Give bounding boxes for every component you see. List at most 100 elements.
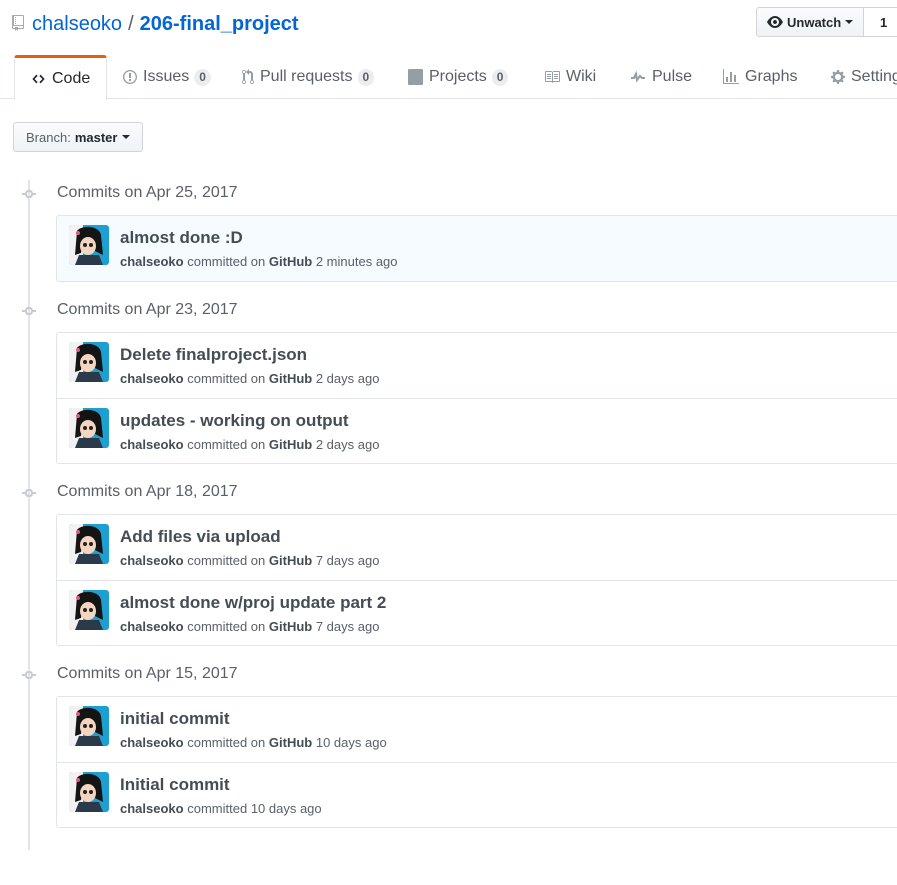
commit-author[interactable]: chalseoko: [120, 735, 184, 750]
commit-message[interactable]: Initial commit: [120, 775, 230, 795]
tab-code-label: Code: [52, 69, 91, 87]
commit-meta: chalseoko committed on GitHub 2 days ago: [120, 371, 379, 386]
commit-message[interactable]: Delete finalproject.json: [120, 345, 307, 365]
commit-author[interactable]: chalseoko: [120, 801, 184, 816]
commit-node-icon: [22, 187, 36, 205]
commit-item: Delete finalproject.json chalseoko commi…: [57, 333, 897, 398]
tab-pulse-label: Pulse: [652, 68, 693, 85]
tab-graphs-label: Graphs: [745, 68, 798, 85]
dropdown-caret-icon: [122, 135, 131, 139]
commit-meta: chalseoko committed 10 days ago: [120, 801, 322, 816]
commit-time: 2 days ago: [315, 371, 380, 386]
watch-group: Unwatch 1: [756, 7, 897, 37]
repo-name-link[interactable]: 206-final_project: [140, 13, 299, 36]
commit-verb: committed: [187, 801, 248, 816]
commit-time: 2 minutes ago: [315, 254, 398, 269]
tab-settings-label: Settings: [851, 68, 897, 85]
unwatch-label: Unwatch: [787, 14, 842, 30]
tab-wiki-label: Wiki: [566, 68, 597, 85]
commit-author[interactable]: chalseoko: [120, 619, 184, 634]
commit-node-icon: [22, 486, 36, 504]
tab-settings[interactable]: Settings: [831, 55, 897, 99]
commit-list: almost done :D chalseoko committed on Gi…: [56, 215, 897, 282]
tab-wiki[interactable]: Wiki: [544, 55, 596, 99]
repo-nav-tabs: Code Issues 0 Pull requests 0 Projects 0…: [0, 55, 897, 100]
tab-pulse[interactable]: Pulse: [630, 55, 692, 99]
graph-icon: [723, 69, 739, 85]
commit-meta: chalseoko committed on GitHub 2 days ago: [120, 437, 379, 452]
tab-pull-requests[interactable]: Pull requests 0: [242, 55, 375, 99]
timeline-line: [28, 180, 30, 850]
path-separator: /: [128, 12, 134, 35]
repo-owner-link[interactable]: chalseoko: [32, 13, 122, 36]
book-icon: [544, 69, 560, 85]
projects-count: 0: [491, 68, 509, 86]
commit-list: initial commit chalseoko committed on Gi…: [56, 696, 897, 828]
commit-author[interactable]: chalseoko: [120, 437, 184, 452]
commit-message[interactable]: updates - working on output: [120, 411, 349, 431]
repo-icon: [12, 15, 26, 33]
tab-graphs[interactable]: Graphs: [723, 55, 797, 99]
pull-request-icon: [242, 69, 254, 85]
unwatch-button[interactable]: Unwatch: [756, 7, 865, 37]
commit-verb: committed on: [187, 619, 266, 634]
repo-header: chalseoko / 206-final_project: [12, 8, 299, 40]
commit-platform: GitHub: [268, 437, 313, 452]
commit-author[interactable]: chalseoko: [120, 254, 184, 269]
commit-item: Add files via upload chalseoko committed…: [57, 515, 897, 580]
commit-item: updates - working on output chalseoko co…: [57, 398, 897, 463]
commit-list: Add files via upload chalseoko committed…: [56, 514, 897, 646]
code-icon: [31, 72, 46, 86]
commit-meta: chalseoko committed on GitHub 7 days ago: [120, 619, 379, 634]
tab-pull-requests-label: Pull requests: [260, 68, 353, 85]
commit-author[interactable]: chalseoko: [120, 553, 184, 568]
commit-meta: chalseoko committed on GitHub 2 minutes …: [120, 254, 398, 269]
commit-group-date: Commits on Apr 15, 2017: [57, 665, 238, 682]
tab-issues-label: Issues: [143, 68, 190, 85]
commit-message[interactable]: almost done :D: [120, 228, 243, 248]
commit-meta: chalseoko committed on GitHub 7 days ago: [120, 553, 379, 568]
commit-platform: GitHub: [268, 553, 313, 568]
commit-verb: committed on: [187, 437, 266, 452]
avatar[interactable]: [69, 772, 109, 812]
issues-count: 0: [194, 68, 211, 86]
tab-projects[interactable]: Projects 0: [408, 55, 509, 99]
commit-node-icon: [22, 668, 36, 686]
avatar[interactable]: [69, 590, 109, 630]
commit-item: almost done w/proj update part 2 chalseo…: [57, 580, 897, 645]
commit-group-date: Commits on Apr 25, 2017: [57, 184, 238, 201]
dropdown-caret-icon: [845, 20, 854, 24]
avatar[interactable]: [69, 408, 109, 448]
tab-projects-label: Projects: [429, 68, 487, 85]
commit-message[interactable]: almost done w/proj update part 2: [120, 593, 386, 613]
issue-icon: [123, 69, 137, 85]
commit-time: 10 days ago: [315, 735, 387, 750]
commit-author[interactable]: chalseoko: [120, 371, 184, 386]
commit-platform: GitHub: [268, 735, 313, 750]
commit-item: Initial commit chalseoko committed 10 da…: [57, 762, 897, 827]
commit-message[interactable]: initial commit: [120, 709, 230, 729]
avatar[interactable]: [69, 225, 109, 265]
tab-issues[interactable]: Issues 0: [123, 55, 211, 99]
commit-time: 7 days ago: [315, 619, 380, 634]
project-icon: [408, 69, 423, 85]
commit-list: Delete finalproject.json chalseoko commi…: [56, 332, 897, 464]
commit-verb: committed on: [187, 371, 266, 386]
avatar[interactable]: [69, 342, 109, 382]
commit-verb: committed on: [187, 553, 266, 568]
branch-select-button[interactable]: Branch: master: [13, 122, 144, 152]
commit-platform: GitHub: [268, 371, 313, 386]
commit-group-date: Commits on Apr 23, 2017: [57, 301, 238, 318]
branch-prefix: Branch:: [26, 129, 71, 145]
watchers-count[interactable]: 1: [864, 7, 897, 37]
commit-platform: GitHub: [268, 619, 313, 634]
tab-code[interactable]: Code: [14, 55, 108, 100]
commit-message[interactable]: Add files via upload: [120, 527, 281, 547]
avatar[interactable]: [69, 524, 109, 564]
commit-item: initial commit chalseoko committed on Gi…: [57, 697, 897, 762]
avatar[interactable]: [69, 706, 109, 746]
pulse-icon: [630, 69, 646, 85]
commit-time: 10 days ago: [250, 801, 322, 816]
commit-verb: committed on: [187, 254, 266, 269]
commit-platform: GitHub: [268, 254, 313, 269]
